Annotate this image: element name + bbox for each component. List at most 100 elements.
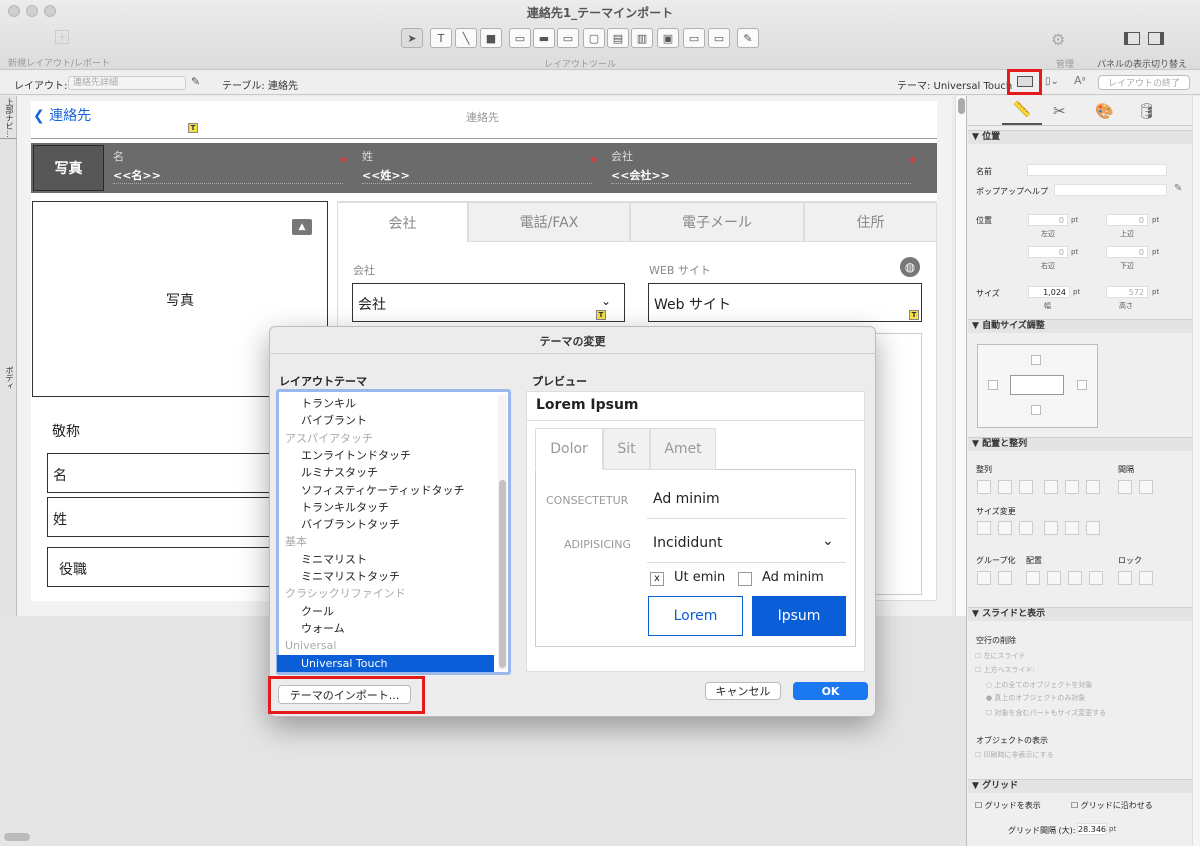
- button-bar-tool-icon[interactable]: ▭: [557, 28, 579, 48]
- grid-spacing-field[interactable]: 28.346: [1077, 823, 1107, 835]
- anchor-top-toggle[interactable]: [1031, 355, 1041, 365]
- slide-up-checkbox[interactable]: ☐ 上方へスライド:: [975, 665, 1035, 675]
- header-photo[interactable]: 写真: [33, 145, 104, 191]
- first-name-field[interactable]: 名: [47, 453, 307, 493]
- resize-min-height-icon[interactable]: [1019, 521, 1033, 535]
- new-layout-icon[interactable]: +: [55, 30, 69, 44]
- resize-part-checkbox[interactable]: ☐ 対象を含むパートもサイズ変更する: [986, 708, 1106, 718]
- portal-tool-icon[interactable]: ▤: [607, 28, 629, 48]
- header-company-field[interactable]: <<会社>>: [611, 167, 911, 184]
- top-nav-part-label[interactable]: 上部ナビ...: [4, 98, 15, 138]
- height-field[interactable]: 572: [1106, 286, 1148, 298]
- scrollbar-thumb[interactable]: [957, 98, 965, 114]
- cancel-button[interactable]: キャンセル: [705, 682, 781, 700]
- autosize-section-header[interactable]: ▼ 自動サイズ調整: [968, 319, 1192, 333]
- theme-list-item[interactable]: ミニマリスト: [277, 551, 487, 568]
- chart-tool-icon[interactable]: ▥: [631, 28, 653, 48]
- right-panel-toggle-icon[interactable]: [1148, 32, 1164, 45]
- theme-list-item[interactable]: ミニマリストタッチ: [277, 568, 487, 585]
- popover-tool-icon[interactable]: ▢: [583, 28, 605, 48]
- tab-control-tool-icon[interactable]: ▭: [708, 28, 730, 48]
- name-field[interactable]: [1027, 164, 1167, 176]
- distribute-horizontal-icon[interactable]: [1118, 480, 1132, 494]
- rectangle-tool-icon[interactable]: ■: [480, 28, 502, 48]
- unlock-icon[interactable]: [1139, 571, 1153, 585]
- theme-list-item[interactable]: トランキルタッチ: [277, 499, 487, 516]
- gear-icon[interactable]: ⚙: [1051, 30, 1065, 49]
- ok-button[interactable]: OK: [793, 682, 868, 700]
- last-name-field[interactable]: 姓: [47, 497, 307, 537]
- right-position-field[interactable]: 0: [1028, 246, 1068, 258]
- theme-list-scrollbar[interactable]: [498, 395, 507, 670]
- bottom-position-field[interactable]: 0: [1106, 246, 1148, 258]
- ungroup-icon[interactable]: [998, 571, 1012, 585]
- layout-select[interactable]: 連絡先詳細: [68, 76, 186, 90]
- inspector-scrollbar[interactable]: [1192, 96, 1200, 846]
- align-center-icon[interactable]: [998, 480, 1012, 494]
- styles-tab-icon[interactable]: ✂: [1053, 102, 1066, 120]
- pointer-tool-icon[interactable]: ➤: [401, 28, 423, 48]
- chevron-down-icon[interactable]: ⌄: [601, 294, 611, 308]
- exit-layout-button[interactable]: レイアウトの終了: [1098, 75, 1190, 90]
- popup-help-field[interactable]: [1054, 184, 1167, 196]
- slide-all-above-radio[interactable]: ○ 上の全てのオブジェクトを対象: [986, 680, 1092, 690]
- grid-section-header[interactable]: ▼ グリッド: [968, 779, 1192, 793]
- header-last-name-field[interactable]: <<姓>>: [362, 167, 592, 184]
- resize-max-width-icon[interactable]: [998, 521, 1012, 535]
- appearance-tab-icon[interactable]: 🎨: [1095, 102, 1114, 120]
- text-tool-icon[interactable]: T: [430, 28, 452, 48]
- web-field[interactable]: Web サイト: [648, 283, 922, 322]
- field-tool-icon[interactable]: ▭: [509, 28, 531, 48]
- body-part-label[interactable]: ボディ: [4, 366, 15, 390]
- lock-icon[interactable]: [1118, 571, 1132, 585]
- align-middle-icon[interactable]: [1065, 480, 1079, 494]
- edit-popup-help-icon[interactable]: ✎: [1174, 183, 1182, 194]
- format-painter-icon[interactable]: ✎: [737, 28, 759, 48]
- line-tool-icon[interactable]: ╲: [455, 28, 477, 48]
- job-title-field[interactable]: 役職: [47, 547, 307, 587]
- snap-grid-checkbox[interactable]: ☐ グリッドに沿わせる: [1071, 800, 1153, 811]
- align-right-icon[interactable]: [1019, 480, 1033, 494]
- theme-list-scrollbar-thumb[interactable]: [499, 480, 506, 668]
- canvas-vertical-scrollbar[interactable]: [955, 96, 966, 616]
- theme-list-item[interactable]: ウォーム: [277, 620, 487, 637]
- font-icon[interactable]: Aᵃ: [1074, 74, 1086, 87]
- top-position-field[interactable]: 0: [1106, 214, 1148, 226]
- group-icon[interactable]: [977, 571, 991, 585]
- web-viewer-tool-icon[interactable]: ▣: [657, 28, 679, 48]
- horizontal-scrollbar-thumb[interactable]: [4, 833, 30, 841]
- resize-max-height-icon[interactable]: [1044, 521, 1058, 535]
- tab-phone-fax[interactable]: 電話/FAX: [468, 202, 630, 242]
- arrange-section-header[interactable]: ▼ 配置と整列: [968, 437, 1192, 451]
- theme-list-item[interactable]: エンライトンドタッチ: [277, 447, 487, 464]
- align-bottom-icon[interactable]: [1086, 480, 1100, 494]
- tab-email[interactable]: 電子メール: [630, 202, 804, 242]
- company-field[interactable]: 会社: [352, 283, 625, 322]
- resize-min-width-icon[interactable]: [977, 521, 991, 535]
- resize-largest-icon[interactable]: [1086, 521, 1100, 535]
- theme-list-item[interactable]: ソフィスティケーティッドタッチ: [277, 482, 487, 499]
- button-tool-icon[interactable]: ▬: [533, 28, 555, 48]
- bring-to-front-icon[interactable]: [1026, 571, 1040, 585]
- slide-directly-above-radio[interactable]: ● 真上のオブジェクトのみ対象: [986, 693, 1085, 703]
- hide-print-checkbox[interactable]: ☐ 印刷時に非表示にする: [975, 750, 1054, 760]
- left-position-field[interactable]: 0: [1028, 214, 1068, 226]
- send-backward-icon[interactable]: [1068, 571, 1082, 585]
- show-grid-checkbox[interactable]: ☐ グリッドを表示: [975, 800, 1041, 811]
- tab-company[interactable]: 会社: [337, 202, 468, 242]
- theme-list-item[interactable]: ルミナスタッチ: [277, 464, 487, 481]
- theme-list-item[interactable]: バイブラントタッチ: [277, 516, 487, 533]
- width-field[interactable]: 1,024: [1028, 286, 1070, 298]
- anchor-left-toggle[interactable]: [988, 380, 998, 390]
- edit-layout-icon[interactable]: ✎: [191, 75, 200, 88]
- position-section-header[interactable]: ▼ 位置: [968, 130, 1192, 144]
- data-tab-icon[interactable]: 🛢: [1137, 102, 1156, 120]
- bring-forward-icon[interactable]: [1047, 571, 1061, 585]
- header-first-name-field[interactable]: <<名>>: [113, 167, 343, 184]
- left-panel-toggle-icon[interactable]: [1124, 32, 1140, 45]
- back-button[interactable]: ❮ 連絡先: [33, 105, 91, 125]
- theme-list-item[interactable]: バイブラント: [277, 412, 487, 429]
- align-top-icon[interactable]: [1044, 480, 1058, 494]
- resize-smallest-icon[interactable]: [1065, 521, 1079, 535]
- position-tab-icon[interactable]: 📏: [1002, 100, 1042, 125]
